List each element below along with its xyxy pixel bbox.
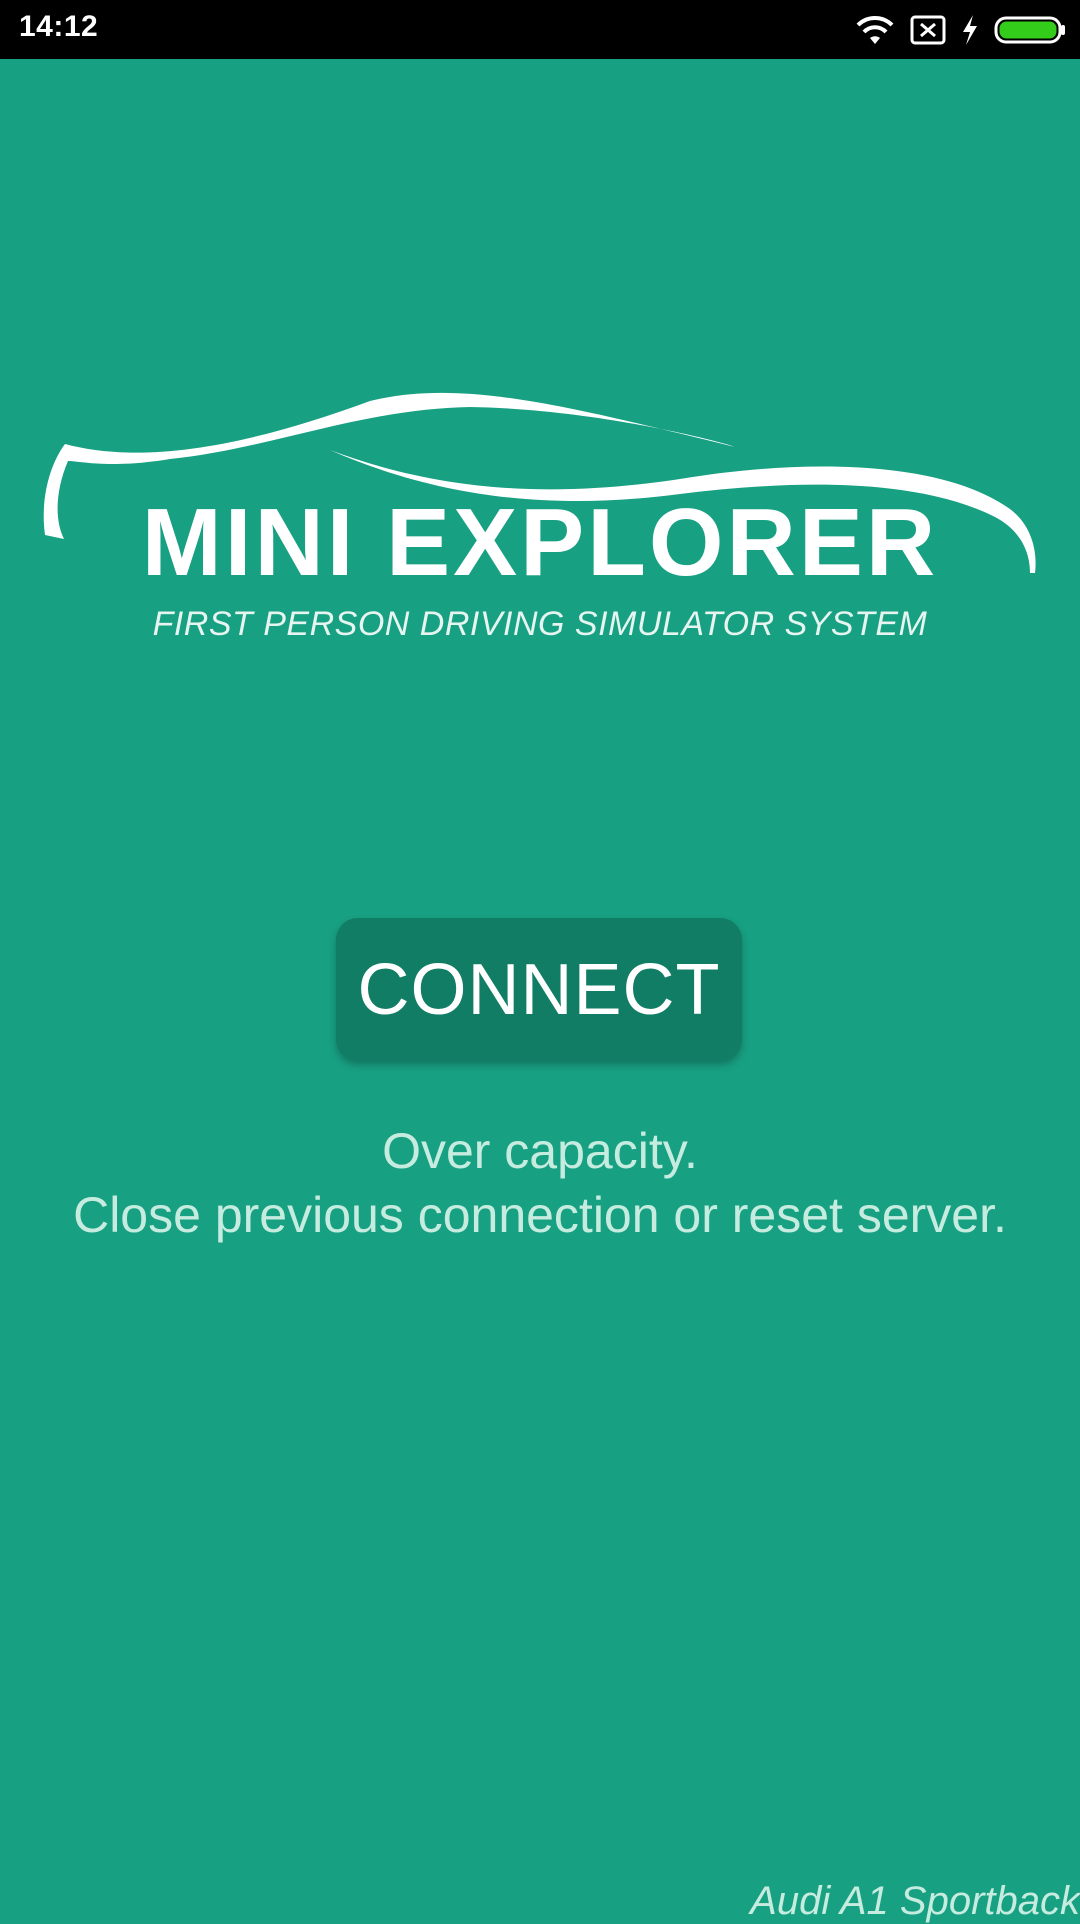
status-time: 14:12 bbox=[19, 10, 99, 43]
app-logo: MINI EXPLORER FIRST PERSON DRIVING SIMUL… bbox=[40, 389, 1040, 749]
status-message-line-2: Close previous connection or reset serve… bbox=[73, 1187, 1007, 1243]
battery-icon bbox=[994, 15, 1066, 45]
status-message-line-1: Over capacity. bbox=[382, 1123, 698, 1179]
status-message: Over capacity. Close previous connection… bbox=[0, 1119, 1080, 1247]
wifi-icon bbox=[854, 14, 896, 46]
status-icons bbox=[854, 12, 1066, 48]
app-screen: MINI EXPLORER FIRST PERSON DRIVING SIMUL… bbox=[0, 59, 1080, 1923]
status-bar: 14:12 bbox=[0, 0, 1080, 59]
connect-button[interactable]: CONNECT bbox=[336, 918, 742, 1061]
logo-subtitle: FIRST PERSON DRIVING SIMULATOR SYSTEM bbox=[153, 605, 928, 643]
sim-x-icon bbox=[910, 15, 946, 45]
logo-title: MINI EXPLORER bbox=[142, 489, 938, 596]
car-model-label: Audi A1 Sportback bbox=[750, 1879, 1080, 1923]
charging-icon bbox=[960, 14, 980, 46]
